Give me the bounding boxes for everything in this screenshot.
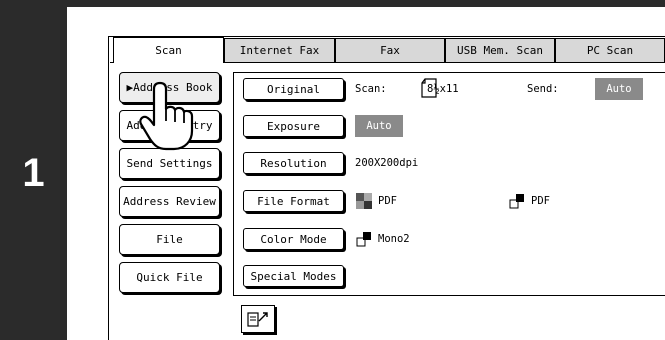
- address-review-button[interactable]: Address Review: [119, 186, 220, 217]
- color-mode-value: Mono2: [378, 233, 410, 245]
- tab-pc-scan[interactable]: PC Scan: [555, 38, 665, 62]
- send-auto-badge: Auto: [595, 78, 643, 100]
- resolution-value: 200X200dpi: [355, 157, 419, 169]
- mono-file-format-value: PDF: [531, 195, 550, 207]
- exposure-auto-badge: Auto: [355, 115, 403, 137]
- send-label: Send:: [527, 83, 559, 95]
- hand-pointer-icon: [138, 79, 196, 155]
- color-mode-button[interactable]: Color Mode: [243, 228, 344, 250]
- original-button[interactable]: Original: [243, 78, 344, 100]
- settings-area: [233, 72, 665, 296]
- tab-fax[interactable]: Fax: [335, 38, 445, 62]
- tab-scan[interactable]: Scan: [113, 37, 224, 63]
- tab-internet-fax[interactable]: Internet Fax: [224, 38, 335, 62]
- color-grid-icon: [356, 193, 372, 209]
- file-button[interactable]: File: [119, 224, 220, 255]
- step-number: 1: [22, 151, 45, 195]
- mono-icon: [509, 193, 525, 209]
- quick-file-button[interactable]: Quick File: [119, 262, 220, 293]
- top-bar: [0, 0, 665, 7]
- exposure-button[interactable]: Exposure: [243, 115, 344, 137]
- scan-size-value: 8½x11: [427, 83, 459, 95]
- tab-usb-mem-scan[interactable]: USB Mem. Scan: [445, 38, 555, 62]
- document-send-icon[interactable]: [241, 305, 275, 333]
- color-file-format-value: PDF: [378, 195, 397, 207]
- file-format-button[interactable]: File Format: [243, 190, 344, 212]
- special-modes-button[interactable]: Special Modes: [243, 265, 344, 287]
- resolution-button[interactable]: Resolution: [243, 152, 344, 174]
- step-column: 1: [0, 7, 67, 340]
- scan-label: Scan:: [355, 83, 387, 95]
- mono-icon: [356, 231, 372, 247]
